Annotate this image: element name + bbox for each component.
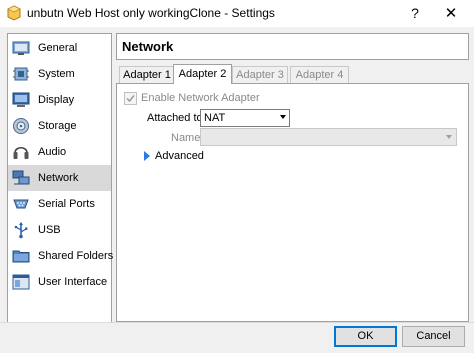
user-interface-icon bbox=[12, 274, 30, 290]
advanced-label: Advanced bbox=[155, 150, 204, 162]
advanced-expander[interactable]: Advanced bbox=[144, 150, 204, 164]
adapter-tab-bar: Adapter 1 Adapter 2 Adapter 3 Adapter 4 bbox=[116, 64, 356, 84]
sidebar-item-network[interactable]: Network bbox=[8, 165, 111, 191]
sidebar-item-audio[interactable]: Audio bbox=[8, 139, 111, 165]
sidebar-item-label: Serial Ports bbox=[38, 198, 95, 210]
tab-adapter-2[interactable]: Adapter 2 bbox=[173, 64, 232, 84]
general-icon bbox=[12, 41, 30, 55]
ok-button[interactable]: OK bbox=[334, 326, 397, 347]
sidebar-item-label: Shared Folders bbox=[38, 250, 114, 262]
attached-to-value: NAT bbox=[204, 112, 226, 124]
sidebar-item-label: Display bbox=[38, 94, 75, 106]
audio-icon bbox=[13, 146, 29, 159]
chevron-down-icon bbox=[280, 115, 286, 119]
close-button[interactable]: ✕ bbox=[434, 0, 468, 27]
page-title: Network bbox=[122, 39, 174, 54]
sidebar-item-usb[interactable]: USB bbox=[8, 217, 111, 243]
enable-adapter-checkbox[interactable] bbox=[124, 92, 137, 105]
sidebar-item-label: Storage bbox=[38, 120, 77, 132]
help-button[interactable]: ? bbox=[398, 0, 432, 27]
sidebar-item-serial-ports[interactable]: Serial Ports bbox=[8, 191, 111, 217]
sidebar-item-label: Audio bbox=[38, 146, 67, 158]
name-combobox[interactable] bbox=[200, 128, 457, 146]
sidebar-item-display[interactable]: Display bbox=[8, 87, 111, 113]
title-bar: unbutn Web Host only workingClone - Sett… bbox=[0, 0, 474, 27]
adapter-settings-panel: Enable Network Adapter Attached to: NAT … bbox=[116, 83, 469, 322]
serial-ports-icon bbox=[13, 199, 29, 209]
sidebar-item-general[interactable]: General bbox=[8, 35, 111, 61]
sidebar-item-system[interactable]: System bbox=[8, 61, 111, 87]
sidebar-item-label: Network bbox=[38, 172, 79, 184]
usb-icon bbox=[14, 222, 28, 239]
display-icon bbox=[12, 92, 30, 107]
section-header: Network bbox=[116, 33, 469, 60]
shared-folders-icon bbox=[12, 250, 30, 263]
sidebar-item-storage[interactable]: Storage bbox=[8, 113, 111, 139]
checkmark-icon bbox=[126, 95, 135, 103]
sidebar-item-label: General bbox=[38, 42, 78, 54]
sidebar-item-user-interface[interactable]: User Interface bbox=[8, 269, 111, 295]
virtualbox-app-icon bbox=[7, 5, 21, 21]
sidebar-item-label: System bbox=[38, 68, 75, 80]
enable-adapter-label: Enable Network Adapter bbox=[141, 92, 260, 104]
settings-category-list: General System Display Storage Audio Net… bbox=[7, 33, 114, 323]
sidebar-item-label: USB bbox=[38, 224, 61, 236]
network-icon bbox=[12, 170, 30, 185]
tab-adapter-3[interactable]: Adapter 3 bbox=[232, 66, 288, 84]
sidebar-item-shared-folders[interactable]: Shared Folders bbox=[8, 243, 114, 269]
storage-icon bbox=[13, 118, 29, 134]
name-label: Name: bbox=[171, 132, 204, 144]
cancel-button[interactable]: Cancel bbox=[402, 326, 465, 347]
expand-arrow-icon bbox=[144, 151, 150, 161]
tab-adapter-4[interactable]: Adapter 4 bbox=[290, 66, 349, 84]
window-title: unbutn Web Host only workingClone - Sett… bbox=[27, 6, 275, 20]
tab-adapter-1[interactable]: Adapter 1 bbox=[119, 66, 175, 84]
sidebar-item-label: User Interface bbox=[38, 276, 108, 288]
system-icon bbox=[13, 67, 29, 81]
attached-to-select[interactable]: NAT bbox=[200, 109, 290, 127]
footer-divider bbox=[0, 322, 474, 323]
attached-to-label: Attached to: bbox=[147, 112, 206, 124]
chevron-down-icon bbox=[446, 135, 452, 139]
